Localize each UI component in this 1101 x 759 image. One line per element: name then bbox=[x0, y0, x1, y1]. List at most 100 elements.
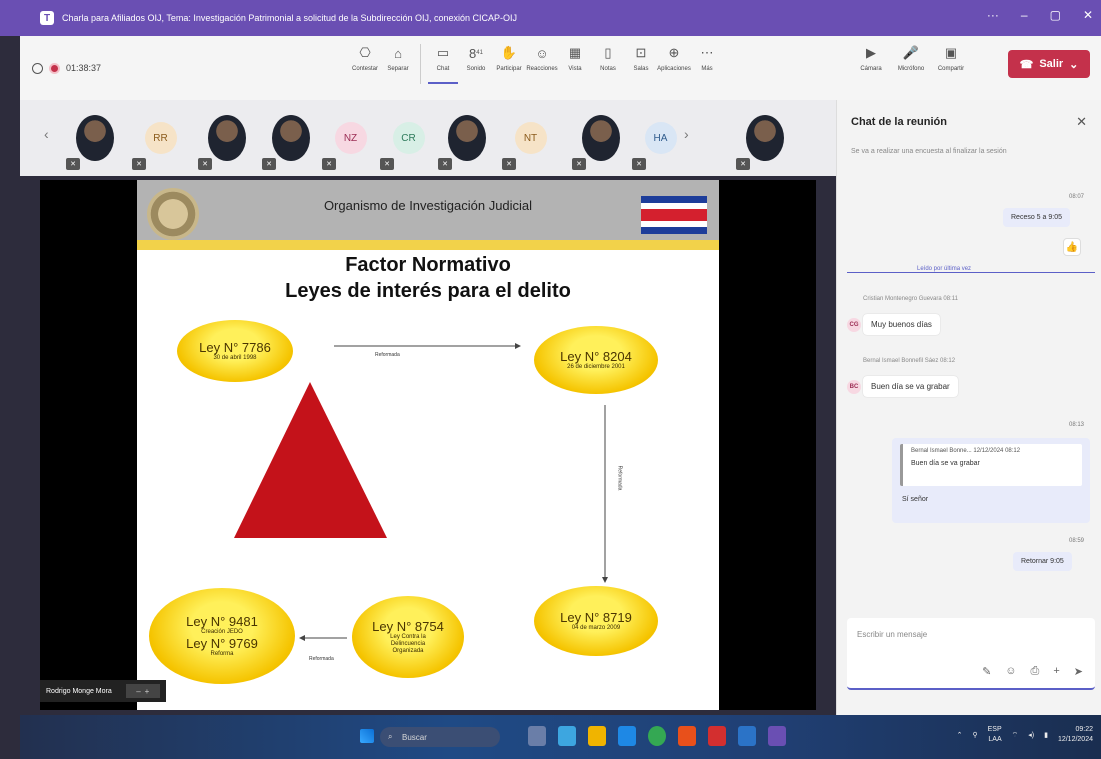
mic-muted-icon: ✕ bbox=[322, 158, 336, 170]
file-explorer-icon[interactable] bbox=[588, 726, 606, 746]
participant-tile[interactable]: ✕ bbox=[194, 100, 259, 176]
wifi-icon[interactable]: ⌔ bbox=[1012, 731, 1019, 740]
toolbar-button-sonido[interactable]: 8 41 Sonido bbox=[461, 44, 491, 84]
chevron-left-icon[interactable]: ‹ bbox=[44, 126, 49, 142]
mic-muted-icon: ✕ bbox=[132, 158, 146, 170]
quoted-message[interactable]: Bernal Ismael Bonne... 12/12/2024 08:12 … bbox=[900, 444, 1082, 486]
triangle-line: de bbox=[403, 500, 417, 512]
compose-actions: ✎ ☺ ⎙ + ➤ bbox=[982, 665, 1083, 678]
pin-icon[interactable]: ⚲ bbox=[972, 731, 977, 739]
thumbs-up-icon[interactable]: 👍 bbox=[1063, 238, 1081, 256]
zoom-in-icon[interactable]: + bbox=[145, 687, 150, 696]
leave-button[interactable]: ☎ Salir ⌄ bbox=[1008, 50, 1090, 78]
close-chat-icon[interactable]: ✕ bbox=[1076, 114, 1087, 130]
chevron-up-icon[interactable]: ⌃ bbox=[957, 731, 963, 739]
meeting-timer: 01:38:37 bbox=[66, 63, 102, 73]
triangle-line: Legitimación bbox=[379, 480, 441, 492]
zoom-controls[interactable]: – + bbox=[125, 684, 160, 698]
send-icon[interactable]: ➤ bbox=[1074, 665, 1083, 678]
attach-icon[interactable]: ⎙ bbox=[1031, 665, 1040, 678]
law-9481-9769-ellipse: Ley N° 9481 Creación JEDO Ley N° 9769 Re… bbox=[149, 588, 295, 684]
chrome-icon[interactable] bbox=[648, 726, 666, 746]
participant-tile[interactable]: NZ ✕ bbox=[318, 100, 383, 176]
close-window-icon[interactable]: ✕ bbox=[1083, 8, 1093, 22]
media-controls: ▶ Cámara 🎤 Micrófono ▣ Compartir bbox=[856, 44, 966, 72]
toolbar-button-salas[interactable]: ⊡ Salas bbox=[626, 44, 656, 84]
toolbar-label: Contestar bbox=[351, 66, 378, 72]
people-icon: 8 41 bbox=[467, 44, 485, 62]
toolbar-button-participar[interactable]: ✋ Participar bbox=[494, 44, 524, 84]
firefox-icon[interactable] bbox=[678, 726, 696, 746]
zoom-out-icon[interactable]: – bbox=[136, 687, 140, 696]
message-time: 08:59 bbox=[1069, 538, 1085, 544]
participant-initials: HA bbox=[644, 122, 677, 154]
separar-icon: ⌂ bbox=[394, 45, 402, 61]
toolbar-button-reacciones[interactable]: ☺ Reacciones bbox=[526, 44, 557, 84]
participant-tile[interactable]: ✕ bbox=[434, 100, 499, 176]
start-icon[interactable] bbox=[360, 729, 374, 743]
toolbar-button-separar[interactable]: ⌂ Separar bbox=[383, 44, 413, 84]
participant-tile[interactable]: NT ✕ bbox=[498, 100, 563, 176]
mic-muted-icon: ✕ bbox=[262, 158, 276, 170]
participant-tile[interactable]: RR ✕ bbox=[128, 100, 193, 176]
quote-header: Bernal Ismael Bonne... 12/12/2024 08:12 bbox=[911, 448, 1021, 454]
minimize-icon[interactable]: – bbox=[1021, 8, 1028, 22]
raise-hand-icon: ✋ bbox=[500, 45, 518, 60]
participant-tile[interactable]: CR ✕ bbox=[376, 100, 441, 176]
clock[interactable]: 09:22 12/12/2024 bbox=[1058, 725, 1093, 745]
widgets-icon[interactable] bbox=[558, 726, 576, 746]
participant-tile[interactable]: HA ✕ bbox=[628, 100, 693, 176]
battery-icon[interactable]: ▮ bbox=[1044, 731, 1048, 739]
participant-tile[interactable]: ✕ bbox=[732, 100, 797, 176]
chevron-down-icon[interactable]: ⌄ bbox=[1069, 58, 1078, 71]
message-input[interactable]: Escribir un mensaje bbox=[857, 630, 927, 639]
microphone-button[interactable]: 🎤 Micrófono bbox=[896, 44, 926, 72]
teams-icon[interactable] bbox=[768, 726, 786, 746]
mic-muted-icon: ✕ bbox=[632, 158, 646, 170]
toolbar-label: Participar bbox=[496, 66, 522, 72]
toolbar-button-aplicaciones[interactable]: ⊕ Aplicaciones bbox=[657, 44, 691, 84]
toolbar-button-contestar[interactable]: ⎔ Contestar bbox=[350, 44, 380, 84]
language-indicator[interactable]: ESP LAA bbox=[988, 725, 1002, 745]
taskbar-apps bbox=[528, 726, 786, 746]
participant-tile[interactable]: ✕ bbox=[62, 100, 127, 176]
mic-muted-icon: ✕ bbox=[438, 158, 452, 170]
clock-time: 09:22 bbox=[1075, 726, 1093, 733]
arrowhead bbox=[515, 343, 521, 349]
share-button[interactable]: ▣ Compartir bbox=[936, 44, 966, 72]
camera-button[interactable]: ▶ Cámara bbox=[856, 44, 886, 72]
participant-tile[interactable]: ✕ bbox=[568, 100, 633, 176]
toolbar-button-chat[interactable]: ▭ Chat bbox=[428, 44, 458, 84]
law-title: Ley N° 8719 bbox=[560, 610, 632, 625]
more-options-icon[interactable]: ··· bbox=[987, 8, 999, 22]
share-label: Compartir bbox=[937, 66, 965, 72]
toolbar-button-notas[interactable]: ▯ Notas bbox=[593, 44, 623, 84]
message-time: 08:07 bbox=[1069, 194, 1085, 200]
toolbar-button-mas[interactable]: ⋯ Más bbox=[692, 44, 722, 84]
toolbar-label: Salas bbox=[633, 66, 649, 72]
participant-tile[interactable]: ✕ bbox=[258, 100, 323, 176]
pdf-reader-icon[interactable] bbox=[708, 726, 726, 746]
my-message: Retornar 9:05 bbox=[1013, 552, 1072, 571]
toolbar-button-vista[interactable]: ▦ Vista bbox=[560, 44, 590, 84]
law-description: Ley Contra la Delincuencia Organizada bbox=[390, 634, 426, 654]
format-icon[interactable]: ✎ bbox=[982, 665, 991, 678]
windows-taskbar: ⌕ Buscar ⌃ ⚲ ESP LAA ⌔ ◂) ▮ 09:22 12/12/20… bbox=[20, 715, 1101, 759]
maximize-icon[interactable]: ▢ bbox=[1050, 8, 1061, 22]
task-view-icon[interactable] bbox=[528, 726, 546, 746]
edge-icon[interactable] bbox=[618, 726, 636, 746]
volume-icon[interactable]: ◂) bbox=[1028, 731, 1034, 739]
outlook-icon[interactable] bbox=[738, 726, 756, 746]
shared-screen: Organismo de Investigación Judicial Fact… bbox=[40, 180, 816, 710]
emoji-icon[interactable]: ☺ bbox=[1005, 665, 1016, 678]
taskbar-search[interactable]: ⌕ Buscar bbox=[380, 727, 500, 747]
compose-box[interactable]: Escribir un mensaje ✎ ☺ ⎙ + ➤ bbox=[847, 618, 1095, 690]
participant-initials: CR bbox=[392, 122, 425, 154]
add-icon[interactable]: + bbox=[1053, 665, 1059, 678]
rooms-icon: ⊡ bbox=[635, 45, 647, 60]
toolbar-tools: ⎔ Contestar ⌂ Separar ▭ Chat 8 41 Sonido ✋ Par… bbox=[350, 44, 722, 84]
chat-header: Chat de la reunión bbox=[851, 116, 947, 128]
law-date: 30 de abril 1998 bbox=[213, 355, 257, 361]
law-title: Ley N° 9481 bbox=[186, 614, 258, 629]
share-icon: ▣ bbox=[944, 45, 958, 60]
